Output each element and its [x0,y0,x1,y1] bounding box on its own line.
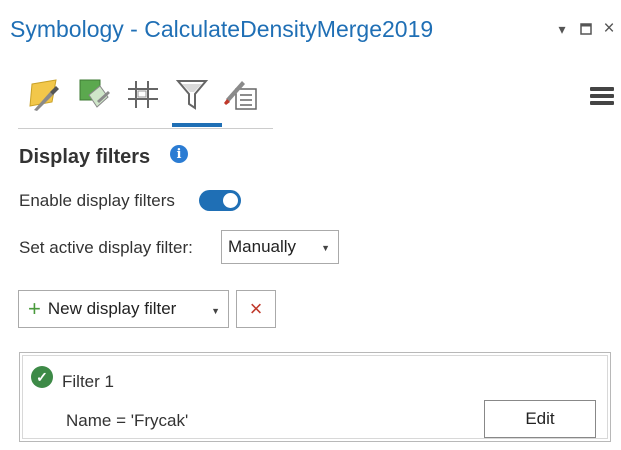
grid-icon [127,81,158,108]
maximize-icon[interactable] [578,20,594,38]
tab-vary-symbology[interactable] [69,72,118,116]
filter-expression: Name = 'Frycak' [66,411,189,430]
edit-filter-label: Edit [525,409,555,428]
layered-polygon-icon [79,79,110,108]
delete-filter-button[interactable]: × [236,290,276,328]
info-icon[interactable]: i [170,145,188,163]
enable-filters-label: Enable display filters [19,191,175,210]
funnel-icon [175,80,208,110]
window-title: Symbology - CalculateDensityMerge2019 [10,16,434,42]
edit-filter-button[interactable]: Edit [484,400,596,438]
plus-icon: + [28,296,41,321]
tab-symbol-layer-drawing[interactable] [118,72,167,116]
active-tab-indicator [172,123,222,127]
active-filter-value: Manually [228,237,297,256]
enable-filters-toggle[interactable] [199,190,241,211]
toggle-knob [223,193,238,208]
checkmark-icon: ✓ [31,366,53,388]
section-heading: Display filters [19,146,151,168]
brush-list-icon [223,81,257,110]
active-filter-label: Set active display filter: [19,238,193,257]
new-display-filter-label: New display filter [47,299,177,318]
window-menu-dropdown-icon[interactable]: ▾ [554,20,570,38]
pane-menu-icon[interactable] [590,87,614,109]
tab-display-filters[interactable] [167,72,216,116]
tab-divider [18,128,273,129]
close-icon[interactable]: × [601,18,617,39]
active-filter-select[interactable]: Manually ▼ [221,230,339,264]
new-display-filter-button[interactable]: + New display filter ▼ [18,290,229,328]
chevron-down-icon: ▼ [211,306,220,316]
tab-primary-symbology[interactable] [20,72,69,116]
filter-name: Filter 1 [62,372,114,391]
delete-x-icon: × [249,296,263,321]
tab-symbology-properties[interactable] [216,72,265,116]
brush-polygon-icon [28,79,59,111]
symbology-tabs [20,72,265,122]
chevron-down-icon: ▼ [321,243,330,253]
